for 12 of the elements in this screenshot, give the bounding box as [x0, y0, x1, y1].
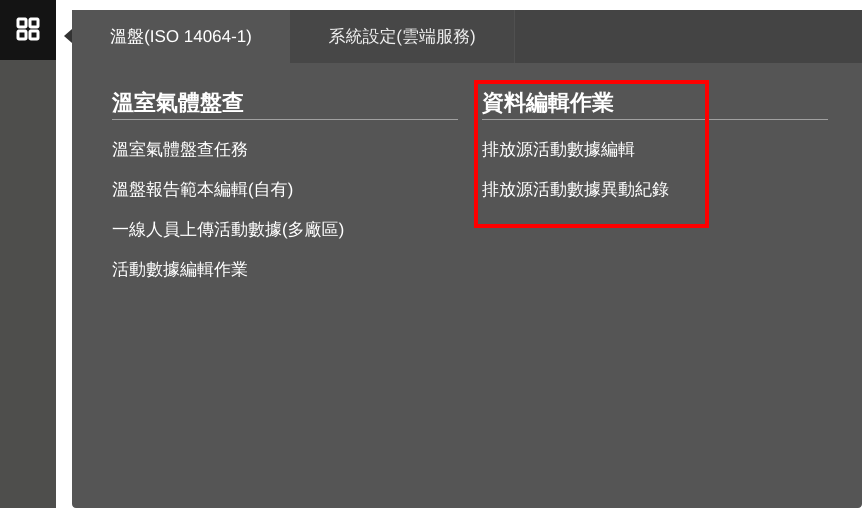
- menu-link[interactable]: 活動數據編輯作業: [112, 250, 248, 290]
- menu-link[interactable]: 排放源活動數據異動紀錄: [482, 170, 669, 210]
- menu-link[interactable]: 溫室氣體盤查任務: [112, 130, 248, 170]
- launcher-button[interactable]: [0, 0, 56, 60]
- menu-tab[interactable]: 溫盤(ISO 14064-1): [72, 10, 290, 63]
- grid-icon: [16, 17, 40, 41]
- menu-link[interactable]: 溫盤報告範本編輯(自有): [112, 170, 294, 210]
- menu-link[interactable]: 排放源活動數據編輯: [482, 130, 635, 170]
- menu-link[interactable]: 一線人員上傳活動數據(多廠區): [112, 210, 344, 250]
- section-heading: 資料編輯作業: [482, 80, 828, 120]
- pointer-arrow-icon: [64, 29, 72, 43]
- section-heading: 溫室氣體盤查: [112, 80, 458, 120]
